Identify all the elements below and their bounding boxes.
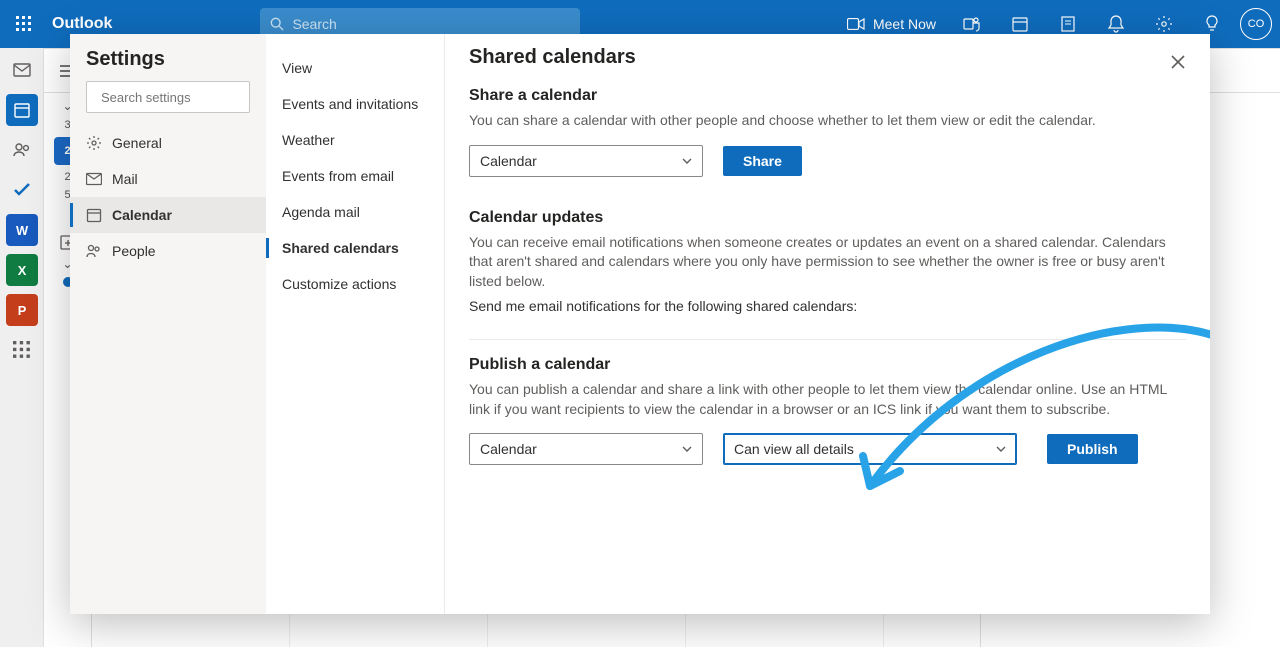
publish-desc: You can publish a calendar and share a l…: [469, 380, 1186, 419]
left-rail: W X P: [0, 48, 44, 647]
calendar-rail-icon[interactable]: [6, 94, 38, 126]
app-launcher-icon[interactable]: [8, 8, 40, 40]
people-rail-icon[interactable]: [6, 134, 38, 166]
share-heading: Share a calendar: [469, 87, 1186, 105]
video-icon: [847, 18, 865, 30]
sub-weather[interactable]: Weather: [266, 122, 444, 158]
svg-text:W: W: [15, 223, 28, 238]
category-mail[interactable]: Mail: [70, 161, 266, 197]
settings-search-input[interactable]: [101, 90, 277, 105]
svg-text:X: X: [17, 263, 26, 278]
share-desc: You can share a calendar with other peop…: [469, 111, 1186, 131]
publish-calendar-dropdown[interactable]: Calendar: [469, 433, 703, 465]
meet-now-button[interactable]: Meet Now: [839, 16, 944, 32]
search-icon: [270, 17, 284, 31]
sub-events-from-email[interactable]: Events from email: [266, 158, 444, 194]
avatar[interactable]: CO: [1240, 8, 1272, 40]
settings-content-panel: Shared calendars Share a calendar You ca…: [444, 34, 1210, 614]
settings-categories-panel: Settings General Mail Calendar People: [70, 34, 266, 614]
updates-desc: You can receive email notifications when…: [469, 233, 1186, 292]
sub-events-invitations[interactable]: Events and invitations: [266, 86, 444, 122]
category-general[interactable]: General: [70, 125, 266, 161]
publish-heading: Publish a calendar: [469, 356, 1186, 374]
close-button[interactable]: [1162, 46, 1194, 78]
powerpoint-rail-icon[interactable]: P: [6, 294, 38, 326]
category-people[interactable]: People: [70, 233, 266, 269]
excel-rail-icon[interactable]: X: [6, 254, 38, 286]
settings-title: Settings: [70, 48, 266, 81]
mail-rail-icon[interactable]: [6, 54, 38, 86]
settings-sub-panel: View Events and invitations Weather Even…: [266, 34, 444, 614]
sub-customize-actions[interactable]: Customize actions: [266, 266, 444, 302]
chevron-down-icon: [682, 446, 692, 452]
section-divider: [469, 339, 1186, 340]
word-rail-icon[interactable]: W: [6, 214, 38, 246]
close-icon: [1170, 54, 1186, 70]
chevron-down-icon: [996, 446, 1006, 452]
chevron-down-icon: [682, 158, 692, 164]
gear-icon: [86, 135, 102, 151]
global-search-input[interactable]: [292, 16, 570, 32]
brand-label: Outlook: [52, 15, 112, 33]
updates-line: Send me email notifications for the foll…: [469, 297, 1186, 317]
more-apps-rail-icon[interactable]: [6, 334, 38, 366]
publish-button[interactable]: Publish: [1047, 434, 1138, 464]
updates-heading: Calendar updates: [469, 209, 1186, 227]
settings-search[interactable]: [86, 81, 250, 113]
share-button[interactable]: Share: [723, 146, 802, 176]
calendar-icon: [86, 207, 102, 223]
sub-shared-calendars[interactable]: Shared calendars: [266, 230, 444, 266]
sub-agenda-mail[interactable]: Agenda mail: [266, 194, 444, 230]
settings-modal: Settings General Mail Calendar People: [70, 34, 1210, 614]
publish-permission-dropdown[interactable]: Can view all details: [723, 433, 1017, 465]
sub-view[interactable]: View: [266, 50, 444, 86]
page-title: Shared calendars: [469, 46, 1186, 69]
share-calendar-dropdown[interactable]: Calendar: [469, 145, 703, 177]
people-icon: [86, 243, 102, 259]
category-calendar[interactable]: Calendar: [70, 197, 266, 233]
todo-rail-icon[interactable]: [6, 174, 38, 206]
svg-text:P: P: [17, 303, 26, 318]
mail-icon: [86, 171, 102, 187]
